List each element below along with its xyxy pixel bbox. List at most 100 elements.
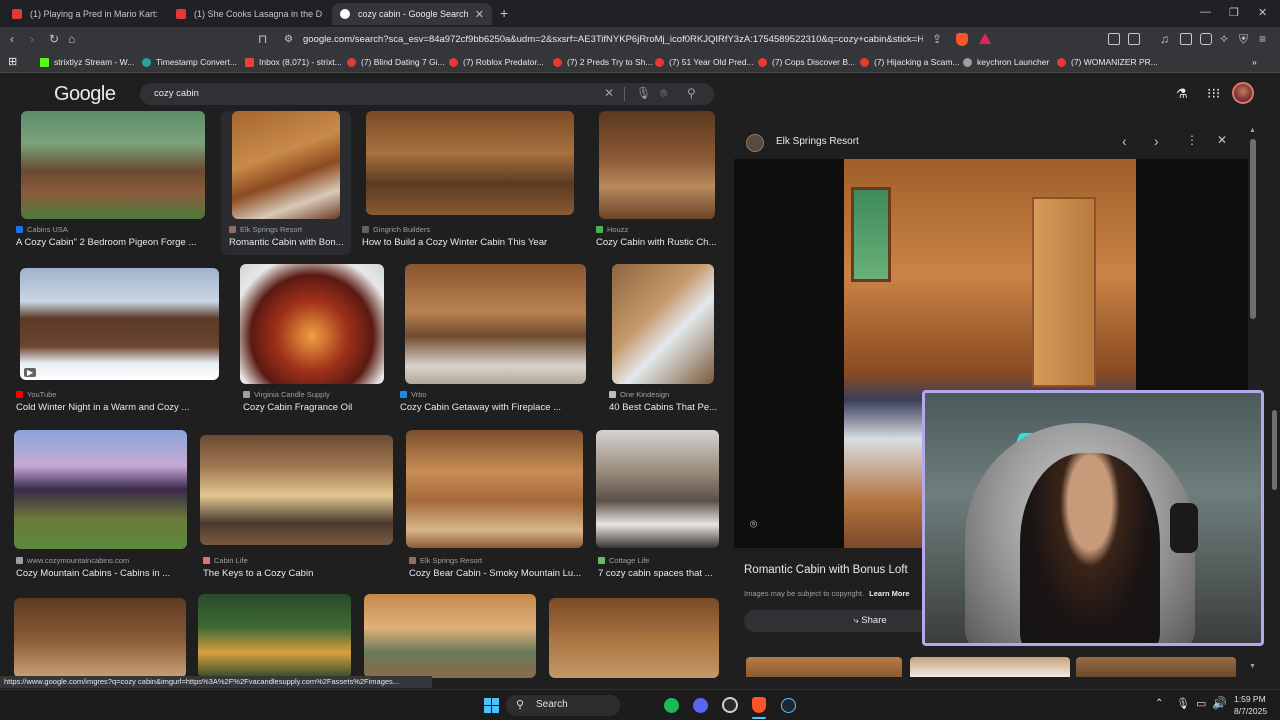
browser-tab[interactable]: (1) Playing a Pred in Mario Kart: If he.… [4, 3, 166, 25]
result-source[interactable]: Cabins USA [16, 225, 68, 234]
result-image[interactable] [364, 594, 536, 678]
bookmark-item[interactable]: (7) 2 Preds Try to Sh... [553, 57, 653, 67]
tray-overflow-icon[interactable]: ⌃ [1155, 698, 1163, 709]
preview-site-name[interactable]: Elk Springs Resort [776, 136, 859, 147]
browser-tab-active[interactable]: cozy cabin - Google Search ✕ [332, 3, 492, 25]
result-image[interactable] [406, 430, 583, 548]
result-source[interactable]: Vrbo [400, 390, 427, 399]
bookmark-item[interactable]: strixtlyz Stream - W... [40, 57, 134, 67]
result-image-selected[interactable] [232, 111, 340, 219]
result-caption[interactable]: How to Build a Cozy Winter Cabin This Ye… [362, 237, 582, 248]
result-image[interactable] [21, 111, 205, 219]
result-source[interactable]: Virginia Candle Supply [243, 390, 330, 399]
result-caption[interactable]: Romantic Cabin with Bon... [229, 237, 347, 248]
google-apps-icon[interactable]: ⁝⁝⁝ [1207, 85, 1220, 102]
taskbar-search[interactable]: ⚲ Search [506, 695, 620, 716]
result-caption[interactable]: Cozy Cabin with Rustic Ch... [596, 237, 722, 248]
result-source[interactable]: One Kindesign [609, 390, 669, 399]
start-icon[interactable] [484, 698, 499, 713]
video-play-icon[interactable]: ▶ [24, 368, 37, 377]
bookmark-item[interactable]: (7) 51 Year Old Pred... [655, 57, 754, 67]
result-image[interactable] [240, 264, 384, 384]
avatar[interactable] [1232, 82, 1254, 104]
related-image[interactable] [910, 657, 1070, 677]
network-icon[interactable]: ▭ [1196, 697, 1206, 710]
result-image[interactable] [200, 435, 393, 545]
result-caption[interactable]: 40 Best Cabins That Pe... [609, 402, 719, 413]
wallet-icon[interactable] [1200, 33, 1212, 45]
bookmark-item[interactable]: Timestamp Convert... [142, 57, 237, 67]
result-source[interactable]: Elk Springs Resort [409, 556, 482, 565]
leo-ai-icon[interactable]: ✧ [1219, 32, 1229, 46]
result-image[interactable] [596, 430, 719, 548]
steam-icon[interactable] [781, 698, 796, 713]
minimize-icon[interactable]: — [1200, 6, 1211, 18]
search-input[interactable]: cozy cabin [154, 88, 199, 99]
brave-rewards-icon[interactable] [979, 33, 991, 44]
related-image[interactable] [746, 657, 902, 677]
bookmark-icon[interactable]: ⊓ [258, 32, 267, 46]
labs-icon[interactable]: ⚗ [1176, 86, 1188, 102]
obs-icon[interactable] [722, 697, 738, 713]
next-icon[interactable]: › [1154, 133, 1159, 149]
result-image[interactable] [14, 598, 186, 678]
result-source[interactable]: Houzz [596, 225, 628, 234]
search-icon[interactable]: ⚲ [687, 86, 696, 100]
bookmark-item[interactable]: (7) Hijacking a Scam... [860, 57, 960, 67]
microphone-tray-icon[interactable]: 🎙 [1176, 697, 1190, 710]
home-icon[interactable]: ⌂ [68, 32, 75, 46]
bookmark-item[interactable]: (7) Cops Discover B... [758, 57, 855, 67]
page-scrollbar-thumb[interactable] [1272, 410, 1277, 490]
more-options-icon[interactable]: ⋮ [1186, 133, 1198, 147]
share-page-icon[interactable]: ⇪ [932, 32, 942, 46]
result-source[interactable]: Gingrich Builders [362, 225, 430, 234]
result-caption[interactable]: Cozy Cabin Getaway with Fireplace ... [400, 402, 590, 413]
result-image[interactable] [612, 264, 714, 384]
url-field[interactable]: google.com/search?sca_esv=84a972cf9bb625… [303, 34, 923, 45]
bookmark-item[interactable]: (7) WOMANIZER PR... [1057, 57, 1158, 67]
volume-icon[interactable]: 🔊 [1212, 696, 1227, 710]
learn-more-link[interactable]: Learn More [869, 589, 909, 598]
apps-icon[interactable]: ⊞ [8, 55, 17, 68]
result-source[interactable]: Elk Springs Resort [229, 225, 302, 234]
brave-shield-icon[interactable] [956, 33, 968, 46]
lens-search-icon[interactable]: ⌾ [750, 517, 757, 532]
result-caption[interactable]: Cold Winter Night in a Warm and Cozy ... [16, 402, 222, 413]
result-caption[interactable]: Cozy Cabin Fragrance Oil [243, 402, 383, 413]
preview-title[interactable]: Romantic Cabin with Bonus Loft [744, 564, 908, 576]
google-logo[interactable]: Google [54, 83, 116, 106]
screenshot-icon[interactable] [1128, 33, 1140, 45]
scroll-thumb[interactable] [1250, 139, 1256, 319]
lens-icon[interactable]: ⌾ [660, 86, 667, 101]
result-caption[interactable]: Cozy Bear Cabin - Smoky Mountain Lu... [409, 568, 587, 579]
related-image[interactable] [1076, 657, 1236, 677]
result-image[interactable] [549, 598, 719, 678]
bookmark-item[interactable]: (7) Roblox Predator... [449, 57, 544, 67]
result-caption[interactable]: 7 cozy cabin spaces that ... [598, 568, 720, 579]
result-image[interactable] [405, 264, 586, 384]
result-image[interactable] [366, 111, 574, 215]
result-caption[interactable]: The Keys to a Cozy Cabin [203, 568, 393, 579]
discord-icon[interactable] [693, 698, 708, 713]
reload-icon[interactable]: ↻ [49, 32, 59, 46]
media-icon[interactable]: ♫ [1160, 32, 1169, 46]
site-info-icon[interactable]: ⚙ [284, 34, 293, 45]
forward-icon[interactable]: › [30, 32, 34, 46]
result-image[interactable] [198, 594, 351, 678]
back-icon[interactable]: ‹ [10, 32, 14, 46]
close-preview-icon[interactable]: ✕ [1217, 133, 1227, 147]
more-bookmarks-icon[interactable]: » [1252, 57, 1257, 67]
bookmark-item[interactable]: Inbox (8,071) - strixt... [245, 57, 342, 67]
clock-time[interactable]: 1:59 PM [1234, 694, 1266, 704]
result-source[interactable]: YouTube [16, 390, 56, 399]
scroll-up-icon[interactable]: ▲ [1249, 127, 1256, 134]
scroll-down-icon[interactable]: ▼ [1249, 663, 1256, 670]
bookmark-item[interactable]: (7) Blind Dating 7 Gi... [347, 57, 445, 67]
extension-icon[interactable] [1108, 33, 1120, 45]
brave-icon[interactable] [752, 697, 766, 713]
maximize-icon[interactable]: ❐ [1229, 6, 1239, 19]
clear-icon[interactable]: ✕ [604, 86, 614, 100]
result-caption[interactable]: Cozy Mountain Cabins - Cabins in ... [16, 568, 192, 579]
result-image[interactable] [599, 111, 715, 219]
vpn-icon[interactable]: ⛨ [1239, 32, 1248, 47]
